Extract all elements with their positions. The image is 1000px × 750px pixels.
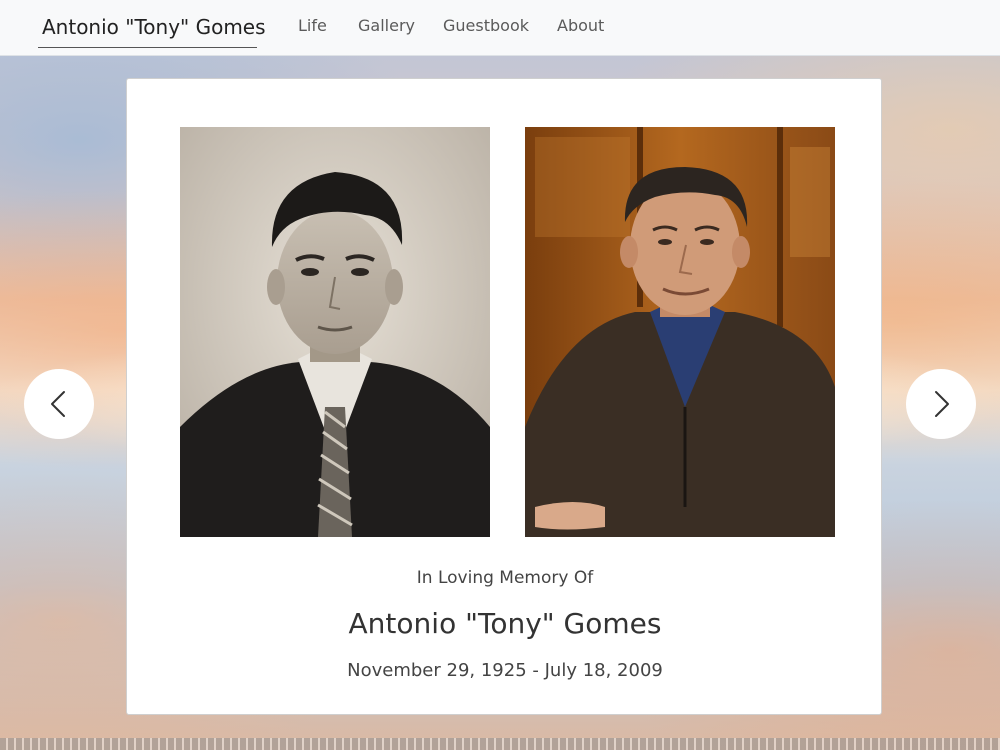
memorial-dates: November 29, 1925 - July 18, 2009 <box>347 660 663 681</box>
chevron-right-icon <box>935 391 949 417</box>
navbar: Antonio "Tony" Gomes Life Gallery Guestb… <box>0 0 1000 56</box>
carousel-prev-button[interactable] <box>24 369 94 439</box>
memorial-name: Antonio "Tony" Gomes <box>348 607 662 640</box>
young-portrait-photo <box>180 127 490 537</box>
young-portrait-illustration <box>180 127 490 537</box>
chevron-left-icon <box>51 391 65 417</box>
in-loving-memory-label: In Loving Memory Of <box>416 568 594 588</box>
bottom-edge-strip <box>0 738 1000 750</box>
nav-link-gallery[interactable]: Gallery <box>358 16 415 38</box>
nav-link-guestbook[interactable]: Guestbook <box>443 16 529 38</box>
memorial-card: In Loving Memory Of Antonio "Tony" Gomes… <box>126 78 882 715</box>
carousel-next-button[interactable] <box>906 369 976 439</box>
brand-link[interactable]: Antonio "Tony" Gomes <box>38 8 266 48</box>
nav-link-life[interactable]: Life <box>298 16 327 38</box>
older-portrait-photo <box>525 127 835 537</box>
nav-link-about[interactable]: About <box>557 16 604 38</box>
older-portrait-illustration <box>525 127 835 537</box>
